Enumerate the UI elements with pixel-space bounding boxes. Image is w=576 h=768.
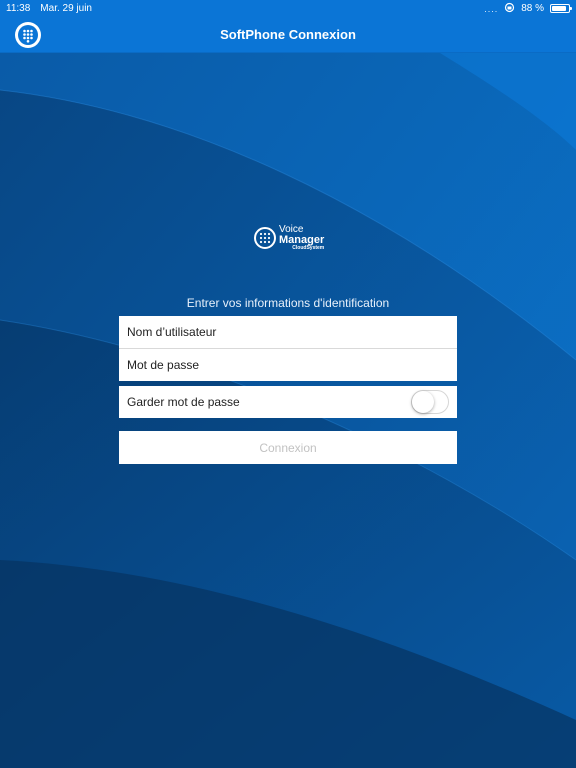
signal-indicator: .... <box>484 3 499 14</box>
battery-percent: 88 % <box>521 3 544 14</box>
remember-password-toggle[interactable] <box>411 390 449 414</box>
brand-logo: Voice Manager CloudSystem <box>254 225 324 251</box>
credentials-prompt: Entrer vos informations d'identification <box>186 296 390 310</box>
remember-password-label: Garder mot de passe <box>127 395 240 409</box>
brand-dialpad-icon <box>254 227 276 249</box>
brand-cloudsystem-text: CloudSystem <box>292 245 325 251</box>
app-logo-button[interactable] <box>15 22 41 48</box>
toggle-knob <box>412 391 434 413</box>
status-time: 11:38 <box>6 3 31 14</box>
password-field[interactable] <box>119 349 457 381</box>
status-bar: 11:38 Mar. 29 juin .... 88 % <box>0 0 576 17</box>
connect-button[interactable]: Connexion <box>119 431 457 464</box>
remember-password-row: Garder mot de passe <box>119 386 457 418</box>
dialpad-globe-icon <box>18 25 38 45</box>
username-field[interactable] <box>119 316 457 348</box>
page-title: SoftPhone Connexion <box>220 27 356 42</box>
navigation-bar: SoftPhone Connexion <box>0 17 576 53</box>
battery-icon <box>550 4 572 13</box>
orientation-lock-icon <box>504 2 515 16</box>
status-date: Mar. 29 juin <box>40 3 92 14</box>
credentials-fields <box>119 316 457 381</box>
background-waves <box>0 0 576 768</box>
